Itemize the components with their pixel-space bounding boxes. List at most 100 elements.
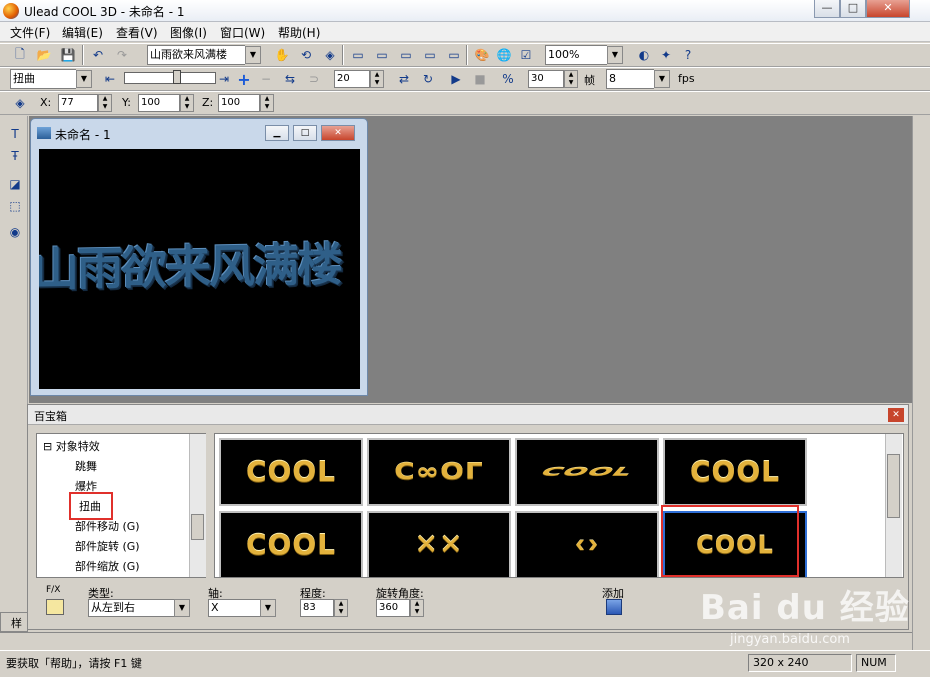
effect-select[interactable]: 扭曲 (10, 69, 76, 89)
rotate-object-icon[interactable]: ⟲ (296, 45, 316, 65)
add-keyframe-icon[interactable]: + (234, 69, 254, 89)
thumbnail-2[interactable]: C∞OΓ (367, 438, 511, 506)
thumbnail-1[interactable]: COOL (219, 438, 363, 506)
move-object-icon[interactable]: ◈ (10, 93, 30, 113)
menu-edit[interactable]: 编辑(E) (58, 24, 107, 41)
view-back-icon[interactable]: ▭ (444, 45, 464, 65)
save-icon[interactable]: 💾 (58, 45, 78, 65)
z-spinner[interactable]: ▲ ▼ (260, 94, 274, 112)
speed-spinner[interactable]: ▲ ▼ (564, 70, 578, 88)
swap-icon[interactable]: ⇄ (394, 69, 414, 89)
close-button[interactable]: ✕ (866, 0, 910, 18)
frame-number-input[interactable]: 20 (334, 70, 370, 88)
rotate-spinner[interactable]: ▲ ▼ (410, 599, 424, 617)
zoom-dropdown[interactable]: ▼ (607, 46, 623, 64)
tree-node-object-effects[interactable]: ⊟ 对象特效 (43, 438, 100, 454)
stop-icon[interactable]: ■ (470, 69, 490, 89)
thumbs-scroll-thumb[interactable] (887, 454, 900, 518)
thumbnail-4[interactable]: COOL (663, 438, 807, 506)
tree-item-twist[interactable]: 扭曲 (69, 492, 113, 520)
menu-image[interactable]: 图像(I) (166, 24, 211, 41)
repeat-icon[interactable]: ↻ (418, 69, 438, 89)
main-vscroll[interactable] (912, 116, 930, 652)
axis-dropdown[interactable]: ▼ (260, 599, 276, 617)
view-bottom-icon[interactable]: ▭ (420, 45, 440, 65)
undo-icon[interactable]: ↶ (88, 45, 108, 65)
effects-icon[interactable]: ✦ (656, 45, 676, 65)
open-icon[interactable]: 📂 (34, 45, 54, 65)
remove-keyframe-icon[interactable]: − (256, 69, 276, 89)
thumbnail-7[interactable]: ⟨⟩ (515, 511, 659, 577)
fx-button[interactable] (46, 599, 64, 615)
speed-input[interactable]: 30 (528, 70, 564, 88)
tree-item-dance[interactable]: 跳舞 (75, 458, 97, 474)
thumbnail-3[interactable]: COOL (515, 438, 659, 506)
menu-window[interactable]: 窗口(W) (216, 24, 269, 41)
globe-icon[interactable]: 🌐 (494, 45, 514, 65)
rotate-input[interactable]: 360 (376, 599, 410, 617)
doc-minimize-button[interactable]: ▁ (265, 125, 289, 141)
select-object-icon[interactable]: ⬚ (5, 196, 25, 216)
3d-text-object[interactable]: 山雨欲来风满楼 (39, 228, 341, 299)
insert-graphic-icon[interactable]: ◪ (5, 174, 25, 194)
thumbnail-5[interactable]: COOL (219, 511, 363, 577)
add-icon[interactable] (606, 599, 622, 615)
speed-icon[interactable]: % (498, 69, 518, 89)
last-frame-icon[interactable]: ⇥ (214, 69, 234, 89)
geometry-icon[interactable]: ◉ (5, 222, 25, 242)
new-icon[interactable]: 🗋 (10, 45, 30, 65)
fit-icon[interactable]: ◈ (320, 45, 340, 65)
play-icon[interactable]: ▶ (446, 69, 466, 89)
first-frame-icon[interactable]: ⇤ (100, 69, 120, 89)
check-icon[interactable]: ☑ (516, 45, 536, 65)
side-tab[interactable]: 样 (0, 612, 28, 632)
reverse-icon[interactable]: ⇆ (280, 69, 300, 89)
thumbs-vscroll[interactable] (885, 434, 902, 577)
view-side-icon[interactable]: ▭ (396, 45, 416, 65)
menu-help[interactable]: 帮助(H) (274, 24, 324, 41)
thumbnail-6[interactable]: ✕✕ (367, 511, 511, 577)
palette-close-button[interactable]: ✕ (888, 408, 904, 422)
timeline-slider[interactable] (124, 70, 216, 84)
doc-maximize-button[interactable]: □ (293, 125, 317, 141)
insert-text-icon[interactable]: T (5, 124, 25, 144)
tree-item-part-scale[interactable]: 部件缩放 (G) (75, 558, 140, 574)
frame-spinner[interactable]: ▲ ▼ (370, 70, 384, 88)
menu-view[interactable]: 查看(V) (112, 24, 162, 41)
object-select[interactable]: 山雨欲来风满楼 (147, 45, 245, 65)
tree-scroll-thumb[interactable] (191, 514, 204, 540)
timeline-thumb[interactable] (173, 70, 181, 84)
degree-spinner[interactable]: ▲ ▼ (334, 599, 348, 617)
hand-icon[interactable]: ✋ (272, 45, 292, 65)
menu-file[interactable]: 文件(F) (6, 24, 54, 41)
tree-item-part-move[interactable]: 部件移动 (G) (75, 518, 140, 534)
y-spinner[interactable]: ▲ ▼ (180, 94, 194, 112)
type-dropdown[interactable]: ▼ (174, 599, 190, 617)
minimize-button[interactable]: — (814, 0, 840, 18)
z-input[interactable]: 100 (218, 94, 260, 112)
zoom-select[interactable]: 100% (545, 45, 607, 65)
object-select-dropdown[interactable]: ▼ (245, 46, 261, 64)
effect-select-dropdown[interactable]: ▼ (76, 70, 92, 88)
preview-canvas[interactable]: 山雨欲来风满楼 (39, 149, 360, 389)
axis-select[interactable]: X (208, 599, 260, 617)
color-icon[interactable]: ◐ (634, 45, 654, 65)
x-input[interactable]: 77 (58, 94, 98, 112)
degree-input[interactable]: 83 (300, 599, 334, 617)
fps-dropdown[interactable]: ▼ (654, 70, 670, 88)
tree-item-part-rotate[interactable]: 部件旋转 (G) (75, 538, 140, 554)
view-top-icon[interactable]: ▭ (372, 45, 392, 65)
y-input[interactable]: 100 (138, 94, 180, 112)
maximize-button[interactable]: □ (840, 0, 866, 18)
palette-icon[interactable]: 🎨 (472, 45, 492, 65)
loop-icon[interactable]: ⊃ (304, 69, 324, 89)
doc-close-button[interactable]: ✕ (321, 125, 355, 141)
view-front-icon[interactable]: ▭ (348, 45, 368, 65)
edit-text-icon[interactable]: Ŧ (5, 146, 25, 166)
help-pointer-icon[interactable]: ? (678, 45, 698, 65)
x-spinner[interactable]: ▲ ▼ (98, 94, 112, 112)
fps-select[interactable]: 8 (606, 69, 654, 89)
tree-vscroll[interactable] (189, 434, 206, 577)
type-select[interactable]: 从左到右 (88, 599, 174, 617)
redo-icon[interactable]: ↷ (112, 45, 132, 65)
